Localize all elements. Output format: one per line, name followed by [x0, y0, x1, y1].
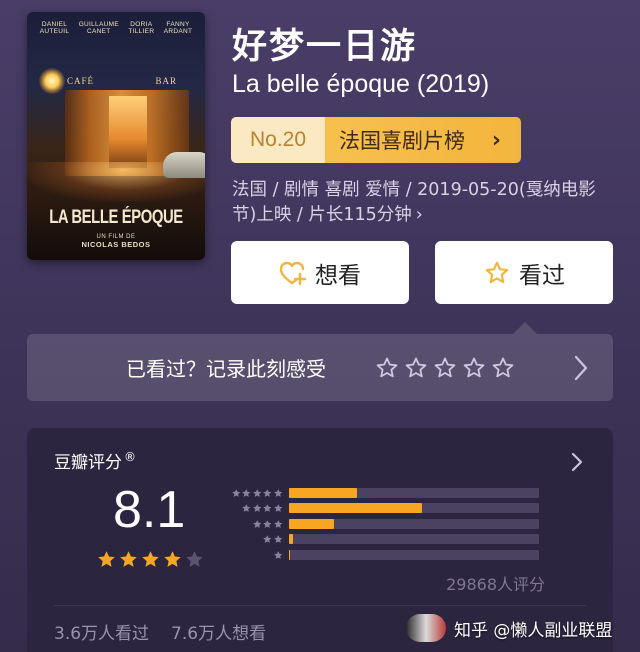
- ranking-number: No.20: [231, 117, 325, 163]
- rate-stars[interactable]: [375, 356, 515, 380]
- star-filled-icon: [164, 551, 181, 567]
- want-to-watch-label: 想看: [315, 262, 361, 289]
- star-icon: [273, 488, 282, 497]
- poster-sign-bar: BAR: [155, 76, 177, 86]
- star-outline-icon[interactable]: [404, 356, 428, 380]
- distribution-row: [223, 485, 539, 501]
- movie-meta[interactable]: 法国 / 剧情 喜剧 爱情 / 2019-05-20(戛纳电影节)上映 / 片长…: [232, 178, 612, 228]
- star-icon: [263, 519, 272, 528]
- star-outline-icon[interactable]: [462, 356, 486, 380]
- poster-actor: GUILLAUME CANET: [78, 21, 119, 35]
- rate-prompt-text: 已看过？记录此刻感受: [126, 357, 326, 381]
- rate-prompt-bar[interactable]: 已看过？记录此刻感受: [27, 334, 613, 401]
- distribution-track: [289, 487, 539, 498]
- movie-meta-text: 法国 / 剧情 喜剧 爱情 / 2019-05-20(戛纳电影节)上映 / 片长…: [232, 180, 596, 225]
- star-icon: [273, 535, 282, 543]
- distribution-stars: [223, 503, 289, 514]
- star-outline-icon: [483, 259, 511, 287]
- star-icon: [273, 550, 282, 559]
- seen-count[interactable]: 3.6万人看过: [54, 619, 149, 644]
- ranking-badge[interactable]: No.20 法国喜剧片榜 ›: [231, 117, 521, 163]
- poster-director: UN FILM DE NICOLAS BEDOS: [81, 234, 151, 249]
- poster-car: [163, 152, 205, 178]
- star-filled-icon: [98, 551, 115, 567]
- star-outline-icon[interactable]: [375, 356, 399, 380]
- rating-stars: [96, 549, 205, 570]
- distribution-stars: [223, 534, 289, 545]
- watched-button[interactable]: 看过: [435, 241, 613, 304]
- star-icon: [263, 504, 272, 512]
- star-filled-icon: [142, 551, 159, 567]
- rating-label: 豆瓣评分 ®: [54, 450, 136, 473]
- want-to-watch-button[interactable]: 想看: [231, 241, 409, 304]
- poster-actor: FANNY ARDANT: [163, 21, 193, 35]
- star-outline-icon[interactable]: [491, 356, 515, 380]
- rating-distribution: [223, 485, 539, 563]
- distribution-bar: [289, 534, 293, 545]
- poster-signs: CAFÉ BAR: [27, 76, 205, 86]
- star-icon: [252, 488, 261, 497]
- chevron-right-icon: ›: [491, 127, 501, 153]
- rating-count: 29868人评分: [446, 575, 545, 594]
- distribution-bar: [289, 518, 334, 529]
- distribution-row: [223, 501, 539, 517]
- distribution-row: [223, 547, 539, 563]
- heart-plus-icon: [279, 259, 307, 287]
- star-icon: [263, 488, 272, 497]
- poster-actors: DANIEL AUTEUIL GUILLAUME CANET DORIA TILLIE…: [27, 21, 205, 35]
- star-icon: [231, 488, 240, 497]
- distribution-row: [223, 532, 539, 548]
- star-icon: [273, 504, 282, 512]
- movie-title: 好梦一日游: [232, 27, 418, 67]
- poster-cafe-door: [109, 96, 147, 168]
- distribution-track: [289, 503, 539, 514]
- want-count[interactable]: 7.6万人想看: [171, 619, 266, 644]
- poster-title: LA BELLE ÉPOQUE: [49, 207, 183, 228]
- star-icon: [242, 504, 251, 512]
- distribution-track: [289, 549, 539, 560]
- watermark-avatar: [406, 614, 446, 642]
- poster-actor: DORIA TILLIER: [128, 21, 155, 35]
- star-icon: [252, 519, 261, 528]
- star-icon: [263, 535, 272, 543]
- poster-actor: DANIEL AUTEUIL: [39, 21, 70, 35]
- distribution-stars: [223, 550, 289, 561]
- distribution-track: [289, 518, 539, 529]
- distribution-bar: [289, 503, 422, 514]
- movie-original-title: La belle époque (2019): [232, 70, 490, 98]
- movie-poster[interactable]: DANIEL AUTEUIL GUILLAUME CANET DORIA TILLIE…: [27, 12, 205, 260]
- star-icon: [242, 488, 251, 497]
- ranking-list-link[interactable]: 法国喜剧片榜 ›: [325, 117, 521, 163]
- distribution-bar: [289, 549, 291, 560]
- chevron-right-icon: [574, 355, 588, 381]
- rating-score: 8.1: [113, 481, 186, 539]
- rate-bar-pointer: [513, 322, 537, 334]
- divider: [54, 605, 586, 606]
- star-filled-icon: [120, 551, 137, 567]
- chevron-right-icon: ›: [415, 205, 423, 225]
- star-outline-icon[interactable]: [433, 356, 457, 380]
- watched-label: 看过: [519, 262, 565, 289]
- distribution-row: [223, 516, 539, 532]
- watermark-text: 知乎 @懒人副业联盟: [454, 620, 613, 641]
- ranking-list-name: 法国喜剧片榜: [339, 129, 465, 153]
- watch-stats: 3.6万人看过 7.6万人想看: [54, 619, 266, 644]
- registered-mark: ®: [124, 450, 136, 465]
- watermark: 知乎 @懒人副业联盟: [406, 612, 612, 644]
- star-empty-icon: [186, 551, 203, 567]
- poster-sign-cafe: CAFÉ: [67, 76, 95, 86]
- chevron-right-icon[interactable]: [571, 452, 583, 472]
- star-icon: [252, 504, 261, 512]
- distribution-bar: [289, 487, 357, 498]
- distribution-stars: [223, 519, 289, 530]
- star-icon: [273, 519, 282, 528]
- distribution-track: [289, 534, 539, 545]
- distribution-stars: [223, 488, 289, 499]
